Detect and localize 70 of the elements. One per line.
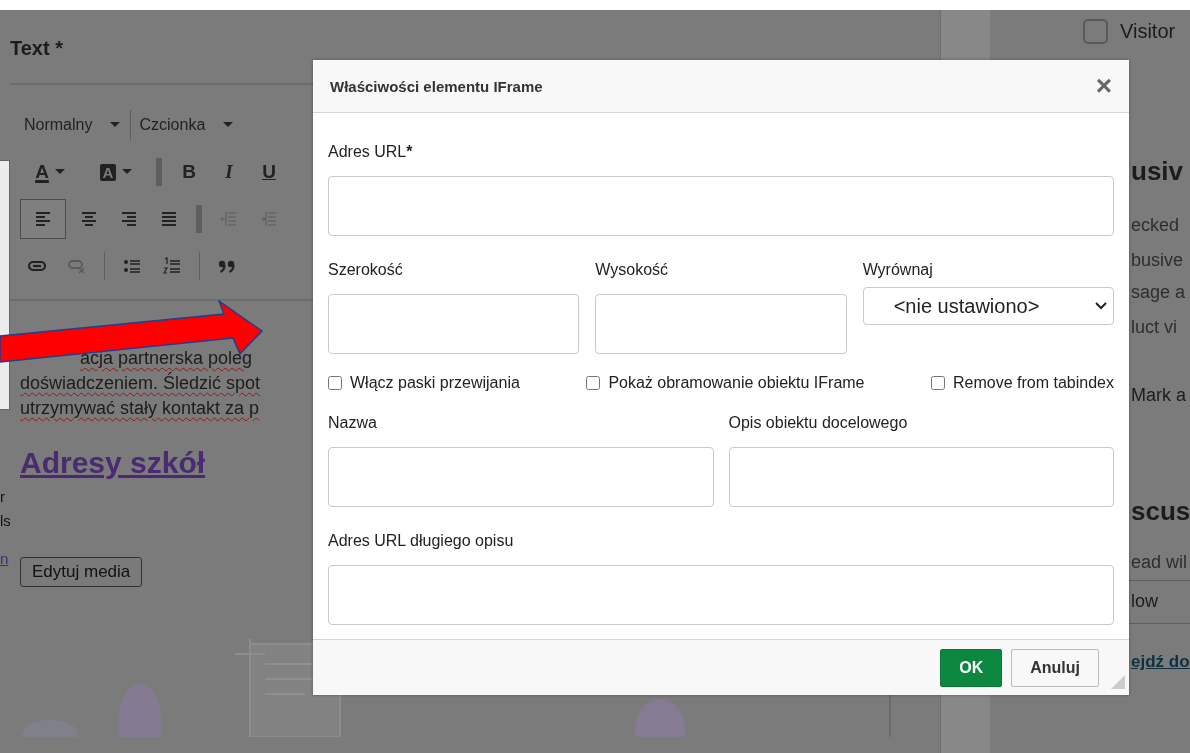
text-color-button[interactable]: A [20, 157, 80, 187]
numbered-list-icon [163, 257, 181, 275]
background-color-button[interactable]: A [86, 157, 146, 187]
text-line: ead wil [1131, 551, 1189, 574]
text-fragment: ls [0, 511, 10, 531]
checkbox-label: Visitor [1120, 20, 1176, 43]
field-label: Opis obiektu docelowego [728, 413, 909, 433]
checkbox[interactable] [1083, 19, 1108, 44]
checkbox[interactable] [586, 376, 601, 390]
indent-icon [260, 210, 278, 228]
align-left-button[interactable] [20, 199, 66, 239]
field-label: Nazwa [328, 413, 378, 433]
field-label: Text * [10, 37, 63, 59]
text-line: low [1131, 590, 1159, 613]
bold-button[interactable]: B [172, 157, 206, 187]
toolbar-separator [196, 205, 202, 233]
italic-button[interactable]: I [212, 157, 246, 187]
cancel-button[interactable]: Anuluj [1011, 648, 1099, 687]
caret-icon [223, 122, 234, 128]
align-left-icon [34, 210, 52, 228]
text-link[interactable]: ejdź do [1131, 652, 1190, 671]
outdent-icon [220, 210, 238, 228]
input-field[interactable] [328, 565, 1114, 625]
close-button[interactable]: × [1095, 72, 1112, 100]
chevron-down-icon [1095, 302, 1107, 310]
heading-link[interactable]: Adresy szkół [20, 445, 206, 481]
input-field[interactable] [728, 447, 1114, 507]
ok-button[interactable]: OK [940, 648, 1003, 687]
checkbox[interactable] [931, 376, 946, 390]
toolbar-separator [156, 158, 162, 186]
input-field[interactable] [328, 447, 714, 507]
align-justify-icon [160, 210, 178, 228]
paragraph-line: utrzymywać stały kontakt za p [20, 397, 260, 420]
field-label: Adres URL długiego opisu [328, 531, 515, 551]
field-label: Wyrównaj [862, 260, 934, 280]
paragraph-line: acja partnerska poleg [80, 347, 253, 370]
caret-icon [54, 169, 65, 175]
field-label: Wysokość [595, 260, 670, 280]
underline-button[interactable]: U [252, 157, 286, 187]
section-heading: usiv [1131, 155, 1185, 188]
format-dropdown[interactable]: Czcionka [130, 110, 238, 140]
text-line: ecked [1131, 214, 1181, 237]
text-fragment: r [0, 487, 6, 507]
field-label: Adres URL* [328, 142, 414, 162]
input-field[interactable] [595, 294, 847, 354]
caret-icon [122, 169, 133, 175]
resize-grip-icon [1111, 675, 1125, 689]
align-center-icon [80, 210, 98, 228]
text-line: busive [1131, 249, 1185, 272]
bulleted-list-icon [123, 257, 141, 275]
checkbox-label: Remove from tabindex [953, 374, 1114, 392]
edit-media-button[interactable]: Edytuj media [20, 557, 143, 587]
text-line: sage a [1131, 281, 1187, 304]
checkbox-label: Włącz paski przewijania [350, 374, 520, 392]
caret-icon [110, 122, 121, 128]
field-label: Szerokość [328, 260, 404, 280]
input-field[interactable] [328, 294, 580, 354]
text-line: luct vi [1131, 316, 1178, 339]
checkbox[interactable] [328, 376, 342, 390]
text-line: Mark a [1131, 384, 1187, 407]
align-right-icon [120, 210, 138, 228]
link-fragment[interactable]: n [0, 547, 10, 570]
checkbox-label: Pokaż obramowanie obiektu IFrame [608, 374, 865, 392]
dialog-title: Właściwości elementu IFrame [330, 77, 543, 95]
paragraph-line: doświadczeniem. Śledzić spot [20, 371, 261, 395]
unlink-icon [68, 257, 86, 275]
section-heading: scus [1131, 495, 1190, 528]
format-dropdown[interactable]: Normalny [20, 110, 125, 140]
align-select[interactable]: <nie ustawiono> [862, 287, 1114, 325]
input-field[interactable] [328, 176, 1114, 236]
